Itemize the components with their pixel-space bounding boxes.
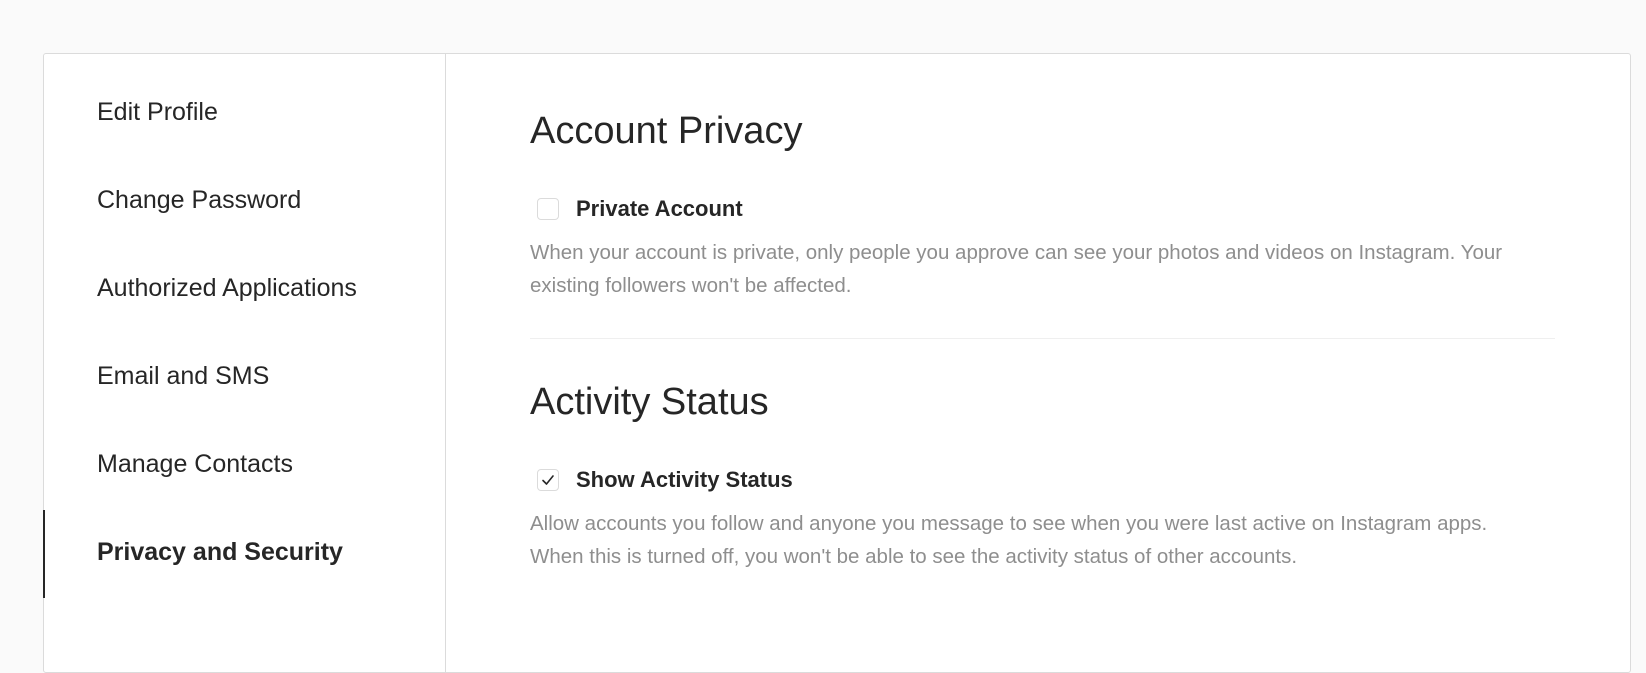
activity-status-section: Activity Status Show Activity Status All…	[530, 383, 1630, 573]
sidebar-item-privacy-and-security[interactable]: Privacy and Security	[43, 510, 445, 628]
sidebar-item-change-password[interactable]: Change Password	[44, 188, 445, 276]
sidebar-item-email-and-sms[interactable]: Email and SMS	[44, 364, 445, 452]
account-privacy-description: When your account is private, only peopl…	[530, 241, 1503, 297]
sidebar-item-edit-profile[interactable]: Edit Profile	[44, 100, 445, 188]
private-account-checkbox[interactable]	[537, 198, 559, 220]
settings-sidebar: Edit Profile Change Password Authorized …	[43, 54, 446, 672]
show-activity-status-label[interactable]: Show Activity Status	[576, 467, 793, 493]
settings-card: Edit Profile Change Password Authorized …	[43, 53, 1631, 673]
account-privacy-title: Account Privacy	[530, 110, 803, 152]
private-account-label[interactable]: Private Account	[576, 196, 743, 222]
sidebar-item-authorized-applications[interactable]: Authorized Applications	[44, 276, 445, 364]
activity-status-description: Allow accounts you follow and anyone you…	[530, 512, 1488, 568]
settings-main: Account Privacy Private Account When you…	[446, 54, 1630, 672]
account-privacy-section: Account Privacy Private Account When you…	[530, 112, 1630, 302]
show-activity-status-row: Show Activity Status	[537, 467, 1630, 493]
show-activity-status-checkbox[interactable]	[537, 469, 559, 491]
check-icon	[542, 475, 554, 485]
sidebar-item-manage-contacts[interactable]: Manage Contacts	[44, 452, 445, 540]
section-divider	[530, 338, 1555, 339]
activity-status-title: Activity Status	[530, 381, 769, 423]
private-account-row: Private Account	[537, 196, 1630, 222]
